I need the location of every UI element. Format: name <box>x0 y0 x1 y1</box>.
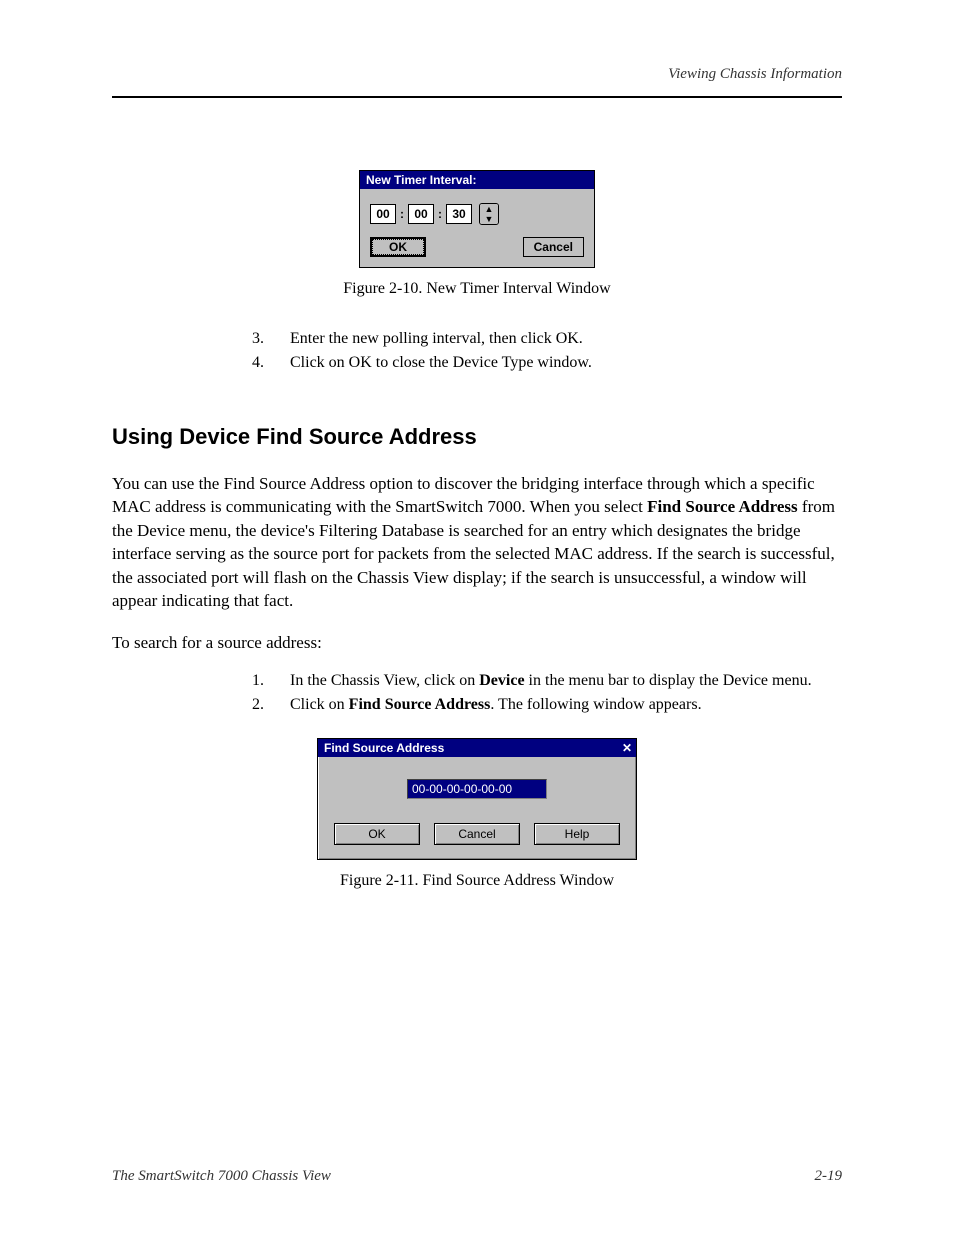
dialog-titlebar: New Timer Interval: <box>360 171 594 189</box>
step-text: Click on Find Source Address. The follow… <box>290 696 702 714</box>
cancel-button[interactable]: Cancel <box>434 823 520 845</box>
dialog-button-row: OK Cancel <box>370 237 584 257</box>
mac-address-input[interactable]: 00-00-00-00-00-00 <box>407 779 547 799</box>
dialog-body: 00-00-00-00-00-00 OK Cancel Help <box>318 757 636 859</box>
time-input-row: 00 : 00 : 30 ▲ ▼ <box>370 203 584 225</box>
step-line: 1. In the Chassis View, click on Device … <box>252 672 842 690</box>
footer-left: The SmartSwitch 7000 Chassis View <box>112 1168 331 1185</box>
dialog-body: 00 : 00 : 30 ▲ ▼ OK Cancel <box>360 189 594 267</box>
spinner-up-icon[interactable]: ▲ <box>480 204 498 214</box>
figure-caption-1: Figure 2-10. New Timer Interval Window <box>112 280 842 298</box>
body-paragraph-1: You can use the Find Source Address opti… <box>112 472 842 613</box>
new-timer-interval-dialog: New Timer Interval: 00 : 00 : 30 ▲ ▼ OK … <box>359 170 595 268</box>
dialog-titlebar: Find Source Address ✕ <box>318 739 636 757</box>
ok-button[interactable]: OK <box>334 823 420 845</box>
page-footer: The SmartSwitch 7000 Chassis View 2-19 <box>112 1168 842 1185</box>
dialog-button-row: OK Cancel Help <box>334 823 620 845</box>
step-text: Click on OK to close the Device Type win… <box>290 354 592 372</box>
step-text: Enter the new polling interval, then cli… <box>290 330 583 348</box>
header-rule <box>112 96 842 98</box>
close-icon[interactable]: ✕ <box>622 741 632 755</box>
steps-block-1: 3. Enter the new polling interval, then … <box>252 330 842 372</box>
find-source-address-dialog: Find Source Address ✕ 00-00-00-00-00-00 … <box>317 738 637 860</box>
steps-block-2: 1. In the Chassis View, click on Device … <box>252 672 842 714</box>
dialog-title: Find Source Address <box>324 741 444 755</box>
dialog-title: New Timer Interval: <box>366 173 476 187</box>
time-colon: : <box>437 207 443 221</box>
step-line: 4. Click on OK to close the Device Type … <box>252 354 842 372</box>
spinner[interactable]: ▲ ▼ <box>479 203 499 225</box>
page-header-title: Viewing Chassis Information <box>668 66 842 83</box>
help-button[interactable]: Help <box>534 823 620 845</box>
page-content: New Timer Interval: 00 : 00 : 30 ▲ ▼ OK … <box>112 170 842 890</box>
spinner-down-icon[interactable]: ▼ <box>480 214 498 224</box>
step-number: 2. <box>252 696 270 714</box>
step-line: 3. Enter the new polling interval, then … <box>252 330 842 348</box>
body-paragraph-2: To search for a source address: <box>112 631 842 654</box>
minutes-input[interactable]: 00 <box>408 204 434 224</box>
seconds-input[interactable]: 30 <box>446 204 472 224</box>
step-number: 3. <box>252 330 270 348</box>
step-number: 1. <box>252 672 270 690</box>
step-line: 2. Click on Find Source Address. The fol… <box>252 696 842 714</box>
time-colon: : <box>399 207 405 221</box>
section-heading: Using Device Find Source Address <box>112 424 842 450</box>
figure-caption-2: Figure 2-11. Find Source Address Window <box>112 872 842 890</box>
ok-button[interactable]: OK <box>370 237 426 257</box>
step-number: 4. <box>252 354 270 372</box>
step-text: In the Chassis View, click on Device in … <box>290 672 812 690</box>
hours-input[interactable]: 00 <box>370 204 396 224</box>
footer-page-number: 2-19 <box>815 1168 843 1185</box>
cancel-button[interactable]: Cancel <box>523 237 584 257</box>
